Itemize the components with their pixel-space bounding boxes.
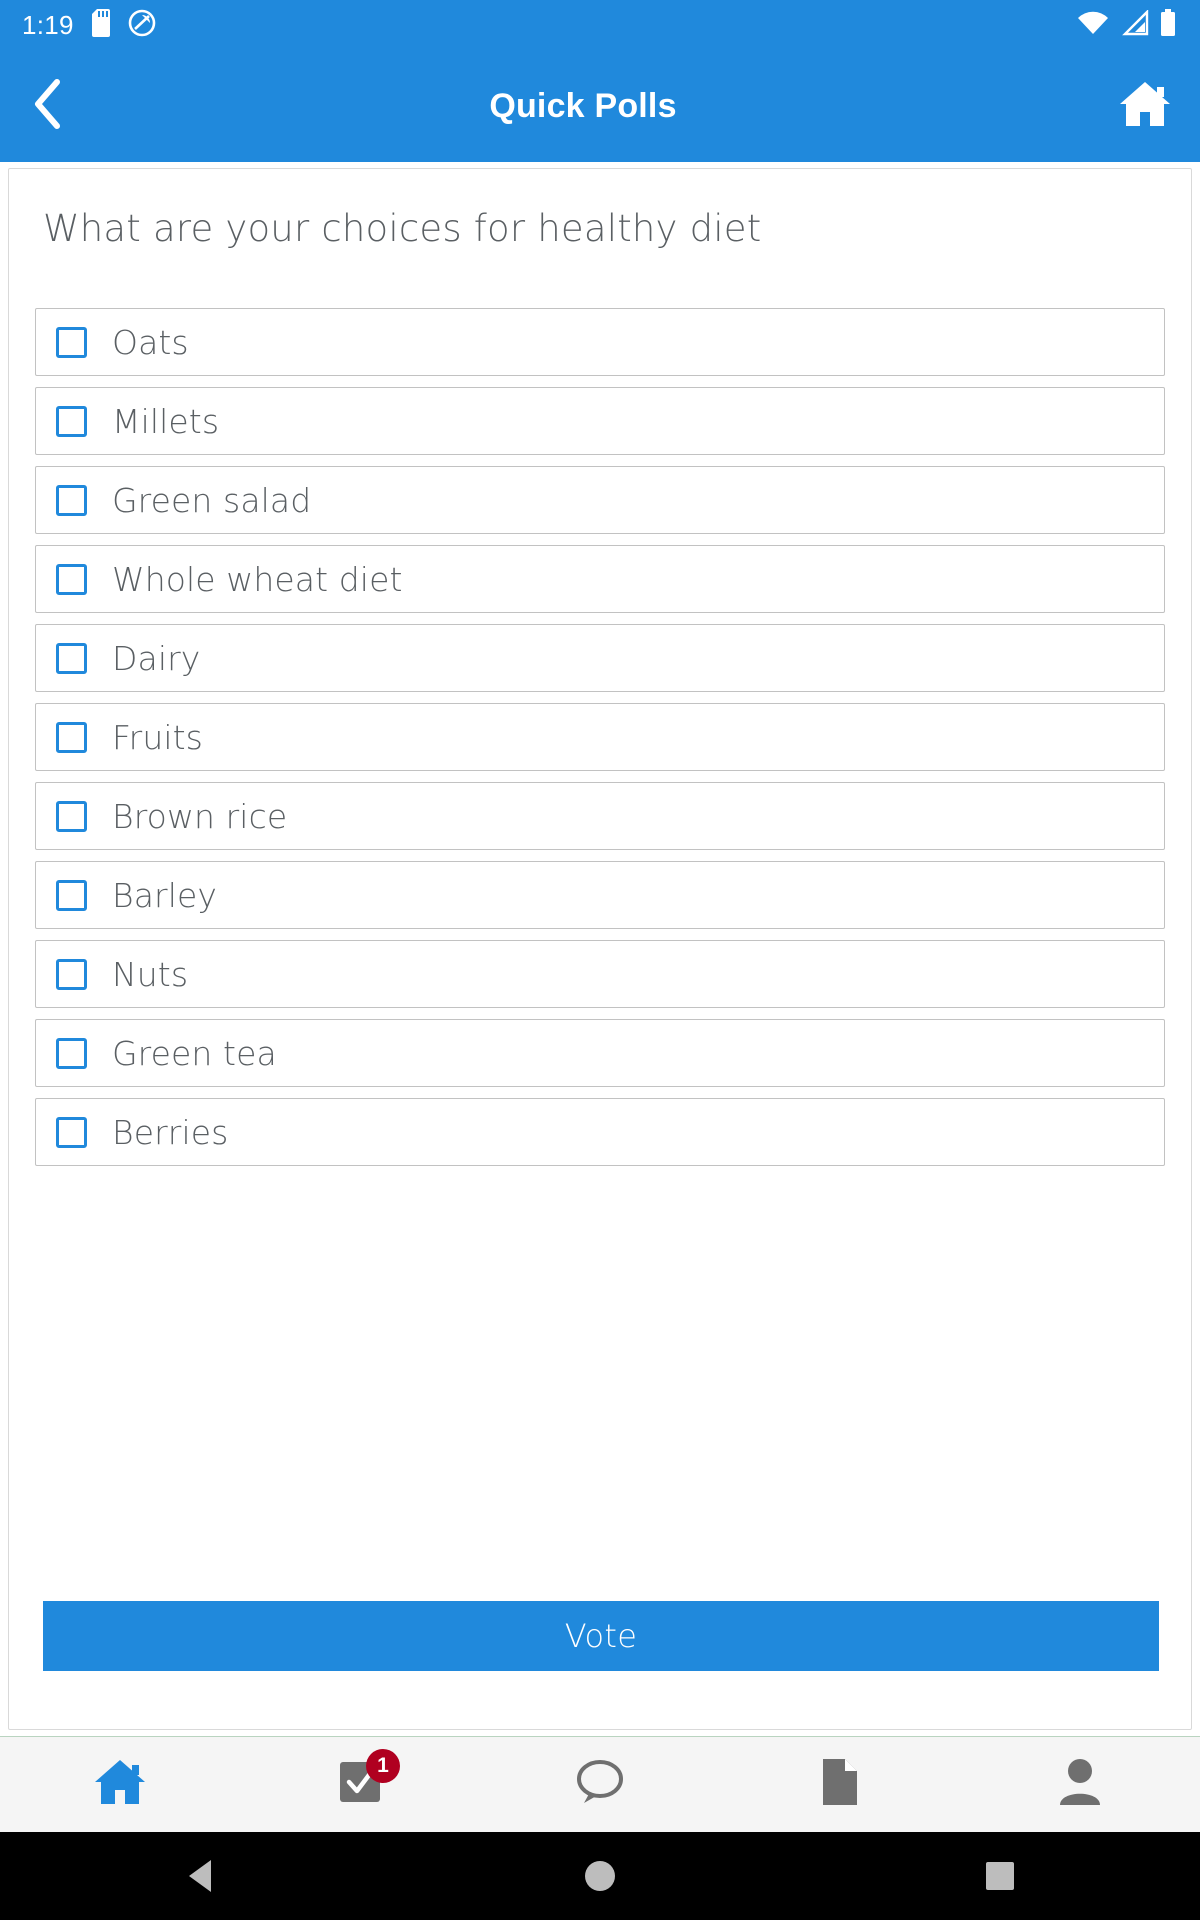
poll-option-label: Green tea	[112, 1033, 277, 1073]
triangle-back-icon	[189, 1860, 211, 1892]
home-icon	[1117, 79, 1173, 134]
status-bar: 1:19	[0, 0, 1200, 50]
page-title: Quick Polls	[489, 86, 677, 125]
checkbox-unchecked-icon[interactable]	[56, 484, 87, 516]
document-icon	[819, 1757, 861, 1812]
battery-icon	[1160, 8, 1176, 42]
checkbox-unchecked-icon[interactable]	[56, 800, 87, 832]
poll-option-row[interactable]: Fruits	[35, 703, 1165, 771]
poll-option-row[interactable]: Nuts	[35, 940, 1165, 1008]
android-back-button[interactable]	[140, 1832, 260, 1920]
poll-option-label: Dairy	[112, 638, 201, 678]
poll-option-label: Whole wheat diet	[112, 559, 403, 599]
poll-option-row[interactable]: Whole wheat diet	[35, 545, 1165, 613]
checkbox-unchecked-icon[interactable]	[56, 326, 87, 358]
phone-screen: 1:19 Quick Polls What are your choices f…	[0, 0, 1200, 1920]
circle-home-icon	[585, 1861, 615, 1891]
poll-option-row[interactable]: Brown rice	[35, 782, 1165, 850]
checkbox-unchecked-icon[interactable]	[56, 642, 87, 674]
poll-question: What are your choices for healthy diet	[43, 207, 762, 250]
poll-option-label: Berries	[112, 1112, 229, 1152]
poll-option-label: Barley	[112, 875, 217, 915]
wifi-icon	[1076, 10, 1110, 41]
square-recents-icon	[986, 1862, 1014, 1890]
checkbox-unchecked-icon[interactable]	[56, 563, 87, 595]
poll-option-label: Fruits	[112, 717, 203, 757]
nav-item-chat[interactable]	[480, 1737, 720, 1833]
poll-option-row[interactable]: Barley	[35, 861, 1165, 929]
nav-item-documents[interactable]	[720, 1737, 960, 1833]
android-home-button[interactable]	[540, 1832, 660, 1920]
poll-option-row[interactable]: Oats	[35, 308, 1165, 376]
home-button[interactable]	[1090, 50, 1200, 162]
do-not-disturb-icon	[128, 9, 156, 42]
checkbox-unchecked-icon[interactable]	[56, 405, 87, 437]
nav-item-home[interactable]	[0, 1737, 240, 1833]
checkbox-unchecked-icon[interactable]	[56, 879, 87, 911]
sd-card-icon	[91, 8, 114, 42]
cellular-signal-icon	[1120, 8, 1150, 41]
checkbox-unchecked-icon[interactable]	[56, 1037, 87, 1069]
chevron-left-icon	[31, 78, 65, 135]
poll-option-row[interactable]: Dairy	[35, 624, 1165, 692]
poll-option-row[interactable]: Green tea	[35, 1019, 1165, 1087]
poll-option-label: Brown rice	[112, 796, 288, 836]
bottom-navigation-bar: 1	[0, 1736, 1200, 1832]
poll-option-row[interactable]: Millets	[35, 387, 1165, 455]
checkbox-unchecked-icon[interactable]	[56, 958, 87, 990]
chat-bubble-icon	[574, 1758, 626, 1811]
android-navigation-bar	[0, 1832, 1200, 1920]
status-bar-notification-icons	[91, 8, 156, 42]
poll-options-list: Oats Millets Green salad Whole wheat die…	[9, 308, 1191, 1166]
nav-item-profile[interactable]	[960, 1737, 1200, 1833]
poll-option-row[interactable]: Green salad	[35, 466, 1165, 534]
person-icon	[1057, 1757, 1103, 1812]
android-recents-button[interactable]	[940, 1832, 1060, 1920]
checkbox-unchecked-icon[interactable]	[56, 721, 87, 753]
nav-badge-count: 1	[366, 1748, 400, 1783]
app-bar: Quick Polls	[0, 50, 1200, 162]
checkbox-unchecked-icon[interactable]	[56, 1116, 87, 1148]
vote-button[interactable]: Vote	[43, 1601, 1159, 1671]
status-bar-clock: 1:19	[22, 9, 74, 40]
home-icon	[92, 1757, 148, 1812]
poll-option-label: Millets	[112, 401, 220, 441]
poll-card: What are your choices for healthy diet O…	[8, 168, 1192, 1730]
poll-option-label: Nuts	[112, 954, 189, 994]
poll-option-label: Green salad	[112, 480, 312, 520]
nav-item-tasks[interactable]: 1	[240, 1737, 480, 1833]
status-bar-system-icons	[1076, 8, 1182, 42]
poll-option-label: Oats	[112, 322, 189, 362]
poll-option-row[interactable]: Berries	[35, 1098, 1165, 1166]
